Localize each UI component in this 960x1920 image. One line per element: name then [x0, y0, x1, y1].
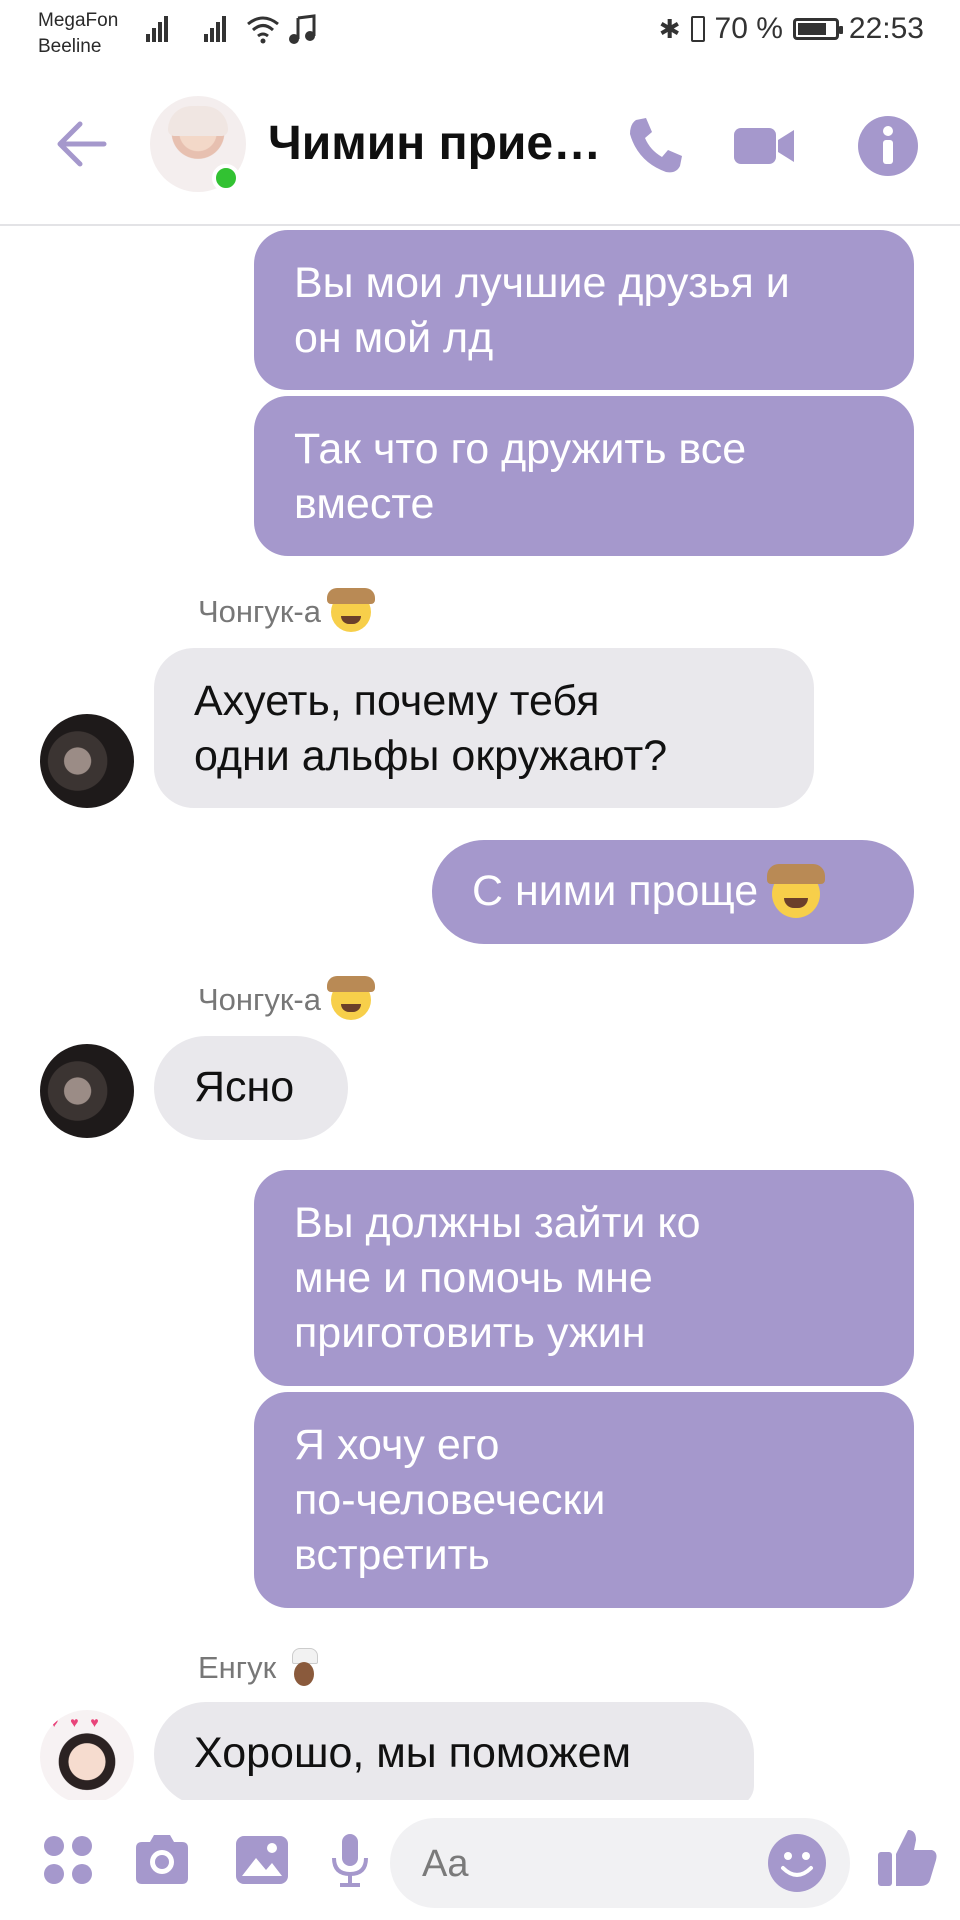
message-line: Вы мои лучшие друзья и — [294, 259, 790, 307]
info-icon[interactable] — [854, 112, 922, 180]
cowboy-emoji-icon — [767, 863, 826, 918]
sender-name: Чонгук-а — [198, 588, 375, 632]
message-text: С ними проще — [472, 867, 759, 915]
sender-label: Чонгук-а — [198, 982, 321, 1017]
incoming-message[interactable]: Ясно — [154, 1036, 348, 1140]
message-composer — [0, 1800, 960, 1920]
signal-icon-2 — [204, 16, 228, 42]
outgoing-message[interactable]: Так что го дружить все вместе — [254, 396, 914, 556]
message-input[interactable] — [420, 1818, 764, 1910]
message-line: мне и помочь мне — [294, 1254, 653, 1302]
sender-avatar[interactable] — [40, 714, 134, 808]
carrier-1: MegaFon — [38, 10, 119, 31]
signal-icon — [146, 16, 170, 42]
camera-icon[interactable] — [132, 1830, 192, 1890]
battery-saver-icon — [690, 16, 705, 42]
message-input-container — [390, 1818, 850, 1910]
status-right: ✱ 70 % 22:53 — [659, 12, 924, 46]
battery-icon — [792, 18, 843, 40]
cowboy-emoji-icon — [326, 588, 375, 632]
message-line: Так что го дружить все — [294, 425, 747, 473]
message-line: по-человечески — [294, 1476, 606, 1524]
chat-title[interactable]: Чимин прие… — [268, 116, 601, 171]
emoji-icon[interactable] — [766, 1832, 828, 1894]
message-line: Ахуеть, почему тебя — [194, 677, 600, 725]
outgoing-message[interactable]: Вы мои лучшие друзья и он мой лд — [254, 230, 914, 390]
chat-header: Чимин прие… — [0, 72, 960, 226]
status-bar: MegaFon Beeline ✱ 70 % 22:53 — [0, 0, 960, 72]
incoming-message[interactable]: Ахуеть, почему тебя одни альфы окружают? — [154, 648, 814, 808]
music-note-icon — [289, 14, 316, 44]
wifi-icon — [247, 16, 279, 44]
message-line: приготовить ужин — [294, 1309, 646, 1357]
message-line: встретить — [294, 1531, 490, 1579]
carrier-2: Beeline — [38, 36, 102, 57]
outgoing-message[interactable]: Вы должны зайти ко мне и помочь мне приг… — [254, 1170, 914, 1386]
message-line: Я хочу его — [294, 1421, 500, 1469]
message-line: одни альфы окружают? — [194, 732, 668, 780]
cowboy-emoji-icon — [326, 976, 375, 1020]
message-text: Хорошо, мы поможем — [194, 1729, 632, 1777]
bluetooth-icon: ✱ — [658, 13, 681, 44]
sender-label: Чонгук-а — [198, 594, 321, 629]
thumbs-up-icon[interactable] — [874, 1824, 940, 1890]
back-arrow-icon[interactable] — [52, 112, 116, 176]
clock: 22:53 — [848, 12, 924, 45]
message-text: Ясно — [194, 1063, 295, 1111]
sender-label: Енгук — [198, 1650, 277, 1685]
message-line: вместе — [294, 480, 435, 528]
message-line: он мой лд — [294, 314, 494, 362]
phone-icon[interactable] — [622, 112, 690, 180]
online-indicator — [212, 164, 240, 192]
message-line: Вы должны зайти ко — [294, 1199, 701, 1247]
video-camera-icon[interactable] — [730, 112, 798, 180]
microphone-icon[interactable] — [320, 1830, 380, 1890]
sender-avatar[interactable] — [40, 1044, 134, 1138]
cook-emoji-icon — [286, 1648, 322, 1688]
gallery-icon[interactable] — [232, 1830, 292, 1890]
outgoing-message[interactable]: Я хочу его по-человечески встретить — [254, 1392, 914, 1608]
battery-percent: 70 % — [714, 12, 783, 45]
sender-name: Енгук — [198, 1648, 322, 1688]
sender-name: Чонгук-а — [198, 976, 375, 1020]
incoming-message[interactable]: Хорошо, мы поможем — [154, 1702, 754, 1806]
sender-avatar[interactable]: ♥ ♥ ♥ — [40, 1710, 134, 1804]
carrier-labels: MegaFon Beeline — [38, 8, 118, 60]
apps-icon[interactable] — [38, 1830, 98, 1890]
outgoing-message[interactable]: С ними проще — [432, 840, 914, 944]
